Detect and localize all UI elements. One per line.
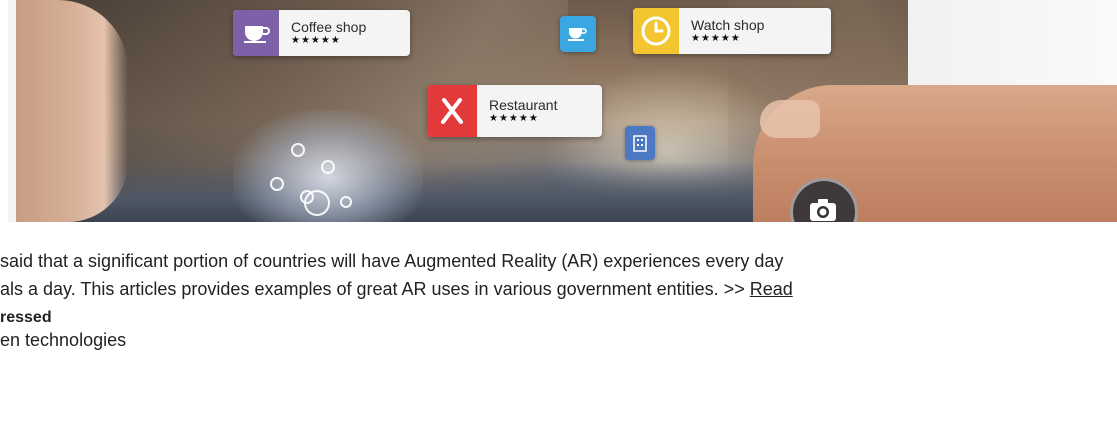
building-icon xyxy=(633,135,647,152)
ar-focus-dot xyxy=(321,160,335,174)
ar-focus-dot xyxy=(340,196,352,208)
ar-label-watch-shop[interactable]: Watch shop ★★★★★ xyxy=(633,8,831,54)
left-hand xyxy=(8,0,128,222)
ar-focus-ring xyxy=(304,190,330,216)
list-item: en technologies xyxy=(0,330,127,350)
read-more-link[interactable]: Read xyxy=(750,279,793,299)
ar-label-restaurant[interactable]: Restaurant ★★★★★ xyxy=(427,85,602,137)
camera-icon xyxy=(810,199,836,221)
article-paragraph: said that a significant portion of count… xyxy=(0,247,1117,303)
paragraph-line-with-link: als a day. This articles provides exampl… xyxy=(0,275,1117,303)
thumb-nail xyxy=(760,100,820,138)
ar-label-mini-building[interactable] xyxy=(625,126,655,160)
fork-knife-icon xyxy=(427,85,477,137)
clock-icon xyxy=(633,8,679,54)
ar-focus-dot xyxy=(291,143,305,157)
coffee-cup-icon xyxy=(568,28,587,41)
paragraph-text: als a day. This articles provides exampl… xyxy=(0,279,750,299)
coffee-cup-icon xyxy=(233,10,279,56)
section-heading: ressed xyxy=(0,309,52,326)
ar-label-name: Restaurant xyxy=(489,97,558,113)
ar-label-coffee-shop[interactable]: Coffee shop ★★★★★ xyxy=(233,10,410,56)
ar-focus-dot xyxy=(270,177,284,191)
hero-image: Coffee shop ★★★★★ Watch shop ★★★★★ Resta… xyxy=(8,0,1117,222)
star-rating: ★★★★★ xyxy=(291,35,341,46)
ar-label-name: Watch shop xyxy=(691,17,765,33)
ar-label-name: Coffee shop xyxy=(291,19,367,35)
paragraph-line: said that a significant portion of count… xyxy=(0,251,784,271)
ar-label-mini-coffee[interactable] xyxy=(560,16,596,52)
tablet-frame-left xyxy=(8,0,16,222)
star-rating: ★★★★★ xyxy=(691,33,741,44)
star-rating: ★★★★★ xyxy=(489,113,539,124)
